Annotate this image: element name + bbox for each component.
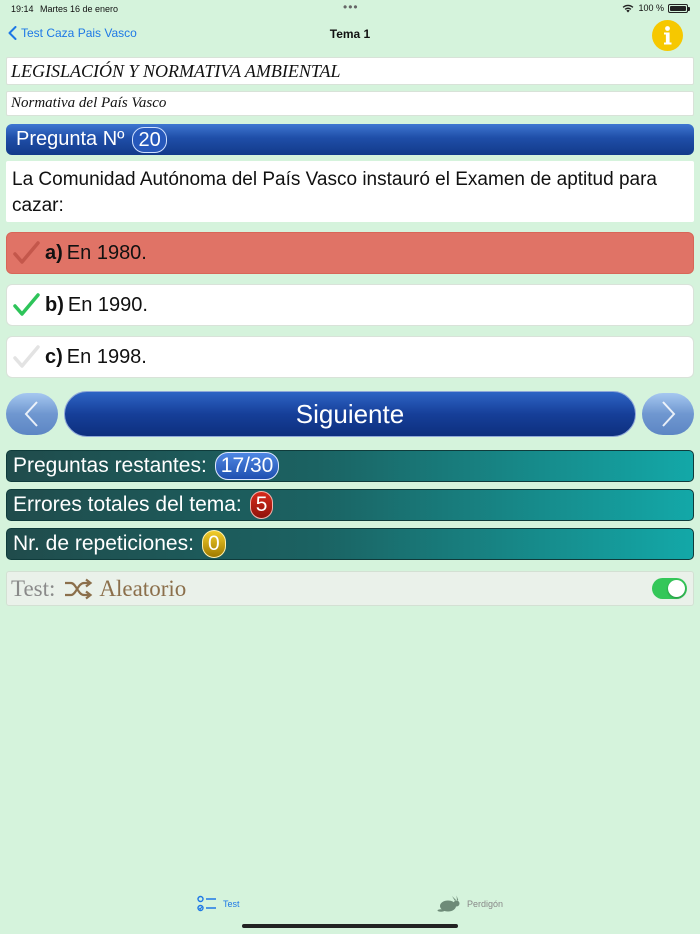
info-button[interactable] xyxy=(652,20,683,51)
stat-label: Preguntas restantes: xyxy=(13,454,207,477)
tab-test[interactable]: Test xyxy=(197,895,240,913)
home-indicator xyxy=(242,924,458,928)
status-bar: 19:14 Martes 16 de enero ••• 100 % xyxy=(0,0,700,18)
status-date: Martes 16 de enero xyxy=(40,4,119,14)
answer-text: En 1990. xyxy=(67,293,148,316)
answer-letter: c) xyxy=(45,345,63,368)
nav-title: Tema 1 xyxy=(329,27,371,41)
errors-count-badge: 5 xyxy=(249,491,274,519)
tab-perdigon[interactable]: Perdigón xyxy=(437,895,503,913)
repetitions-bar: Nr. de repeticiones: 0 xyxy=(6,528,694,560)
answer-option-a[interactable]: a) En 1980. xyxy=(6,232,694,274)
test-mode-row: Test: Aleatorio xyxy=(6,571,694,606)
stat-label: Errores totales del tema: xyxy=(13,493,242,516)
navigation-bar: Test Caza Pais Vasco Tema 1 xyxy=(0,20,700,51)
tab-bar: Test Perdigón xyxy=(0,895,700,920)
rabbit-icon xyxy=(437,895,460,912)
wifi-icon xyxy=(623,4,634,12)
answer-option-c[interactable]: c) En 1998. xyxy=(6,336,694,378)
next-button[interactable]: Siguiente xyxy=(64,391,636,437)
multitasking-dots-icon[interactable]: ••• xyxy=(343,0,359,14)
answer-letter: a) xyxy=(45,241,63,264)
random-mode-toggle[interactable] xyxy=(652,578,687,599)
answer-option-b[interactable]: b) En 1990. xyxy=(6,284,694,326)
checkmark-icon xyxy=(13,345,40,368)
remaining-count-badge: 17/30 xyxy=(214,452,280,480)
test-mode-label: Test: xyxy=(11,575,56,601)
stat-label: Nr. de repeticiones: xyxy=(13,532,194,555)
list-icon xyxy=(197,895,216,912)
battery-percent: 100 % xyxy=(638,3,664,13)
question-header: Pregunta Nº 20 xyxy=(6,124,694,155)
status-right: 100 % xyxy=(622,3,690,13)
total-errors-bar: Errores totales del tema: 5 xyxy=(6,489,694,521)
status-time: 19:14 xyxy=(11,4,34,14)
repetitions-count-badge: 0 xyxy=(201,530,226,558)
question-text: La Comunidad Autónoma del País Vasco ins… xyxy=(6,161,694,222)
test-mode-value: Aleatorio xyxy=(99,575,187,601)
previous-button[interactable] xyxy=(6,393,58,435)
checkmark-icon xyxy=(13,293,40,316)
tab-label: Test xyxy=(223,899,240,909)
answer-text: En 1980. xyxy=(66,241,147,264)
tab-label: Perdigón xyxy=(467,899,504,909)
battery-icon xyxy=(668,3,690,13)
forward-button[interactable] xyxy=(642,393,694,435)
chevron-right-icon xyxy=(662,401,676,427)
answer-text: En 1998. xyxy=(66,345,147,368)
info-icon xyxy=(664,26,672,45)
topic-title: LEGISLACIÓN Y NORMATIVA AMBIENTAL xyxy=(6,57,694,85)
question-number-badge: 20 xyxy=(132,126,167,153)
question-label: Pregunta Nº xyxy=(16,128,125,150)
shuffle-icon xyxy=(65,578,93,599)
chevron-left-icon xyxy=(24,401,38,427)
answer-letter: b) xyxy=(45,293,64,316)
checkmark-icon xyxy=(13,241,40,264)
remaining-questions-bar: Preguntas restantes: 17/30 xyxy=(6,450,694,482)
subtopic-title: Normativa del País Vasco xyxy=(6,91,694,116)
